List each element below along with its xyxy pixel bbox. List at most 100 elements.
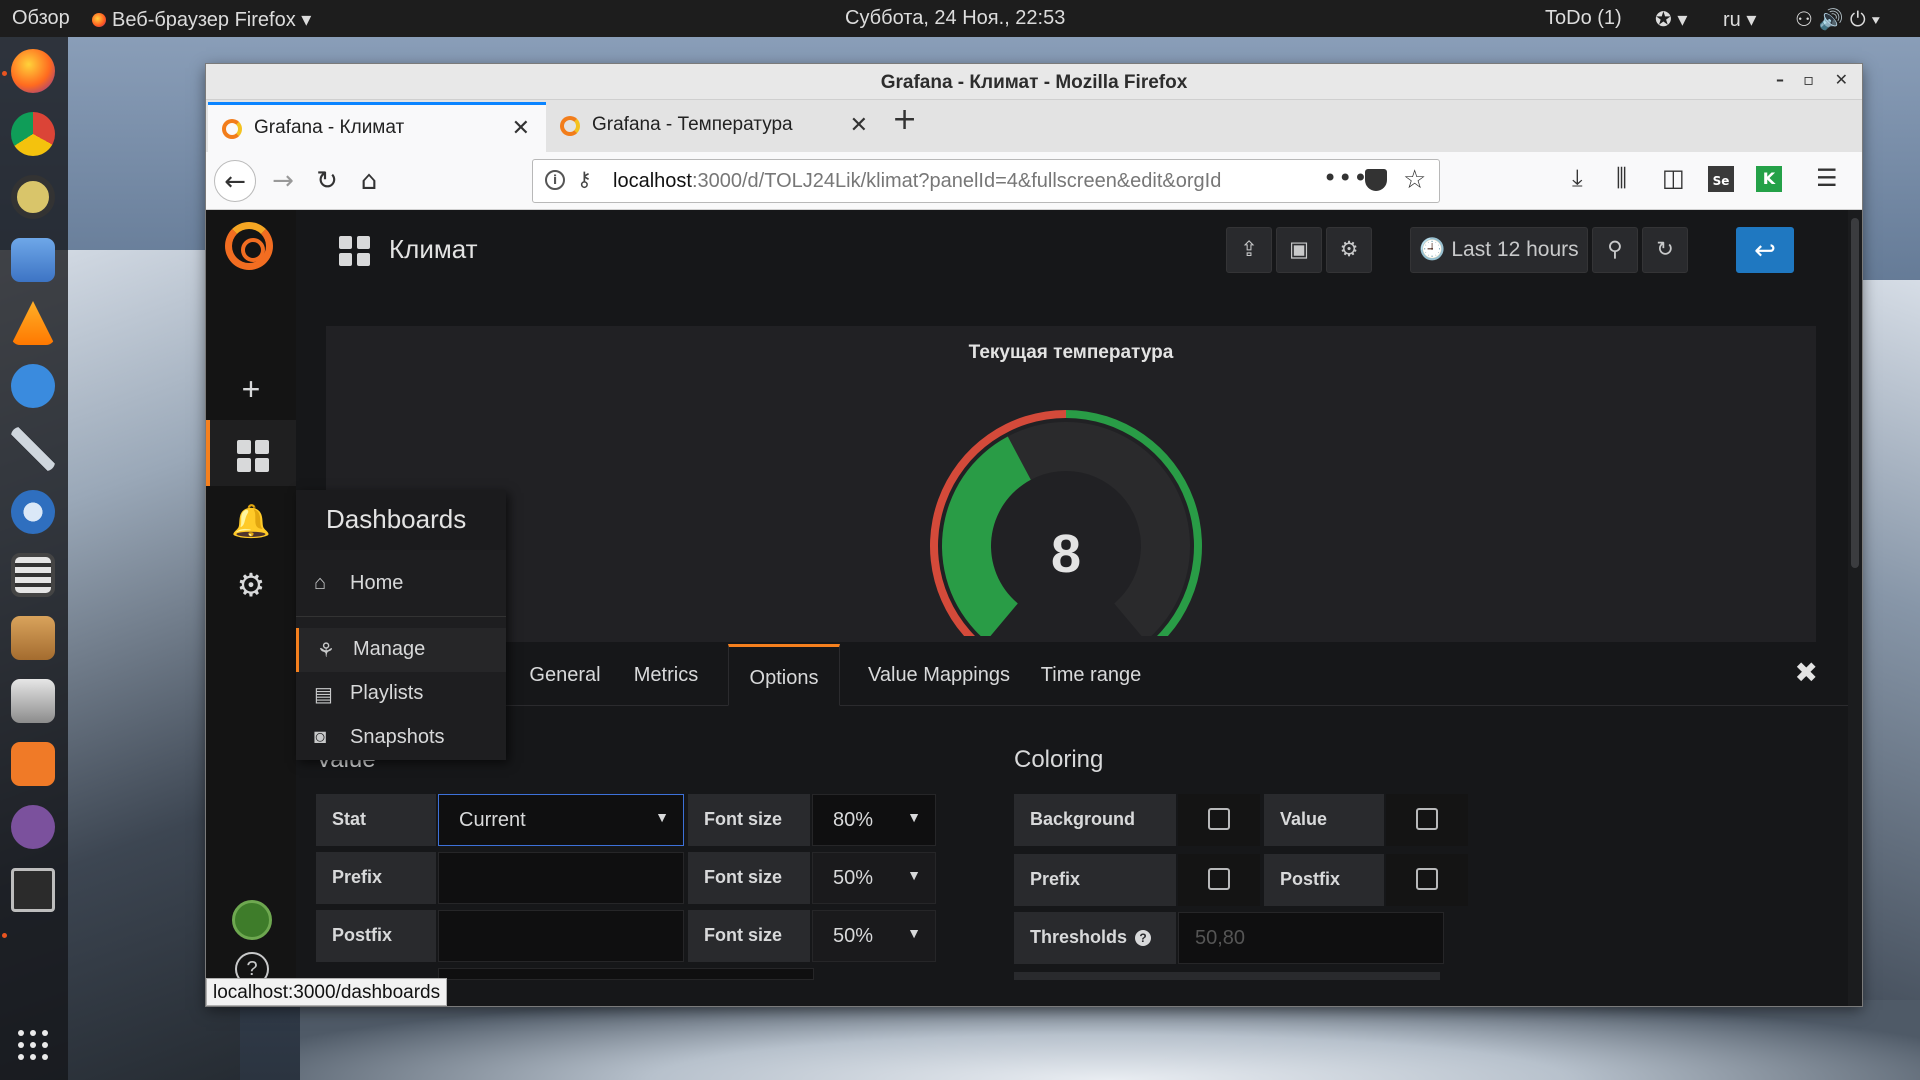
thunderbird-icon[interactable] (11, 490, 55, 534)
close-tab-icon[interactable]: ✕ (512, 115, 530, 141)
calculator-icon[interactable] (11, 553, 55, 597)
scrollbar-thumb[interactable] (1851, 218, 1859, 568)
simplenote-icon[interactable] (11, 364, 55, 408)
active-indicator (2, 71, 7, 76)
menu-item-playlists[interactable]: ▤ Playlists (296, 672, 506, 716)
prefix-input[interactable] (438, 852, 684, 904)
font-size-label: Font size (688, 794, 810, 846)
window-titlebar[interactable]: Grafana - Климат - Mozilla Firefox – ▫ ✕ (206, 64, 1862, 100)
tab-general[interactable]: General (524, 644, 606, 706)
stat-select[interactable]: Current ▼ (438, 794, 684, 846)
checkbox-box (1416, 808, 1438, 830)
tab-strip: Grafana - Климат ✕ Grafana - Температура… (206, 100, 1862, 152)
reload-icon[interactable]: ↻ (306, 160, 348, 202)
refresh-icon[interactable]: ↻ (1642, 227, 1688, 273)
create-icon[interactable]: + (206, 362, 296, 416)
gauge-value-fill (942, 436, 1031, 636)
forward-icon[interactable]: → (262, 160, 304, 202)
clock[interactable]: Суббота, 24 Ноя., 22:53 (845, 7, 1065, 30)
stat-font-size-select[interactable]: 80% ▼ (812, 794, 936, 846)
share-icon[interactable]: ⇪ (1226, 227, 1272, 273)
url-bar[interactable]: i ⚷ localhost:3000/d/TOLJ24Lik/klimat?pa… (532, 159, 1440, 203)
tab-options[interactable]: Options (728, 644, 840, 706)
bookmark-star-icon[interactable]: ☆ (1403, 165, 1426, 195)
app-menu[interactable]: Веб-браузер Firefox ▾ (92, 7, 311, 32)
font-size-value: 50% (833, 925, 874, 947)
tab-value-mappings[interactable]: Value Mappings (864, 644, 1014, 706)
dashboard-title-text: Климат (389, 234, 478, 264)
menu-item-label: Home (350, 572, 404, 594)
help-question-icon[interactable]: ? (1135, 930, 1152, 946)
home-icon[interactable]: ⌂ (348, 160, 390, 202)
selenium-icon[interactable]: Se (1708, 166, 1734, 192)
tools-icon[interactable] (11, 427, 55, 471)
installer-icon[interactable] (11, 679, 55, 723)
dashboard-title[interactable]: Климат (339, 234, 478, 267)
tab-grafana-temperatura[interactable]: Grafana - Температура ✕ (546, 102, 884, 152)
maximize-button[interactable]: ▫ (1803, 70, 1814, 89)
firefox-icon[interactable] (11, 49, 55, 93)
activities-button[interactable]: Обзор (12, 7, 70, 30)
url-text[interactable]: localhost:3000/d/TOLJ24Lik/klimat?panelI… (613, 170, 1273, 193)
kaspersky-icon[interactable]: K (1756, 166, 1782, 192)
page-actions-icon[interactable]: ••• (1323, 164, 1368, 192)
key-icon[interactable]: ⚷ (577, 167, 592, 191)
postfix-input[interactable] (438, 910, 684, 962)
chrome-icon[interactable] (11, 112, 55, 156)
hamburger-menu-icon[interactable]: ☰ (1816, 164, 1838, 192)
close-tab-icon[interactable]: ✕ (850, 112, 868, 138)
color-prefix-label: Prefix (1014, 854, 1176, 906)
thresholds-input[interactable]: 50,80 (1178, 912, 1444, 964)
grafana-logo-icon[interactable] (225, 222, 273, 270)
archive-icon[interactable] (11, 616, 55, 660)
minimize-button[interactable]: – (1776, 70, 1784, 89)
time-range-picker[interactable]: 🕘 Last 12 hours (1410, 227, 1588, 273)
new-tab-icon[interactable]: + (892, 102, 917, 137)
terminal-icon[interactable] (11, 868, 55, 912)
alerting-bell-icon[interactable]: 🔔 (206, 494, 296, 548)
language-indicator[interactable]: ru ▾ (1723, 7, 1756, 32)
viber-icon[interactable] (11, 805, 55, 849)
page-scrollbar[interactable] (1848, 210, 1862, 1006)
files-icon[interactable] (11, 238, 55, 282)
value-color-checkbox[interactable] (1386, 794, 1468, 846)
accessibility-icon[interactable]: ✪ ▾ (1655, 7, 1687, 32)
menu-item-home[interactable]: ⌂ Home (296, 562, 506, 606)
software-center-icon[interactable] (11, 742, 55, 786)
color-postfix-checkbox[interactable] (1386, 854, 1468, 906)
menu-item-manage[interactable]: ⚘ Manage (296, 628, 506, 672)
save-icon[interactable]: ▣ (1276, 227, 1322, 273)
prefix-font-size-select[interactable]: 50% ▼ (812, 852, 936, 904)
dashboards-menu-header[interactable]: Dashboards (296, 490, 506, 550)
show-apps-icon[interactable] (18, 1030, 48, 1060)
rhythmbox-icon[interactable] (11, 175, 55, 219)
zoom-out-icon[interactable]: ⚲ (1592, 227, 1638, 273)
chevron-down-icon: ▼ (907, 809, 921, 825)
postfix-font-size-select[interactable]: 50% ▼ (812, 910, 936, 962)
settings-gear-icon[interactable]: ⚙ (1326, 227, 1372, 273)
tab-time-range[interactable]: Time range (1036, 644, 1146, 706)
back-icon[interactable]: ← (214, 160, 256, 202)
units-row-partial (438, 968, 814, 980)
sidebar-icon[interactable]: ◫ (1662, 164, 1685, 192)
menu-item-snapshots[interactable]: ◙ Snapshots (296, 716, 506, 760)
configuration-gear-icon[interactable]: ⚙ (206, 558, 296, 612)
pocket-icon[interactable] (1365, 169, 1387, 191)
todo-indicator[interactable]: ToDo (1) (1545, 7, 1622, 30)
close-window-button[interactable]: ✕ (1835, 70, 1848, 89)
tab-metrics[interactable]: Metrics (622, 644, 710, 706)
dashboards-icon[interactable] (206, 420, 296, 486)
singlestat-panel[interactable]: Текущая температура 8 (326, 326, 1816, 642)
library-icon[interactable]: ⫼ (1616, 164, 1627, 192)
close-editor-icon[interactable]: ✖ (1795, 656, 1818, 689)
tab-grafana-klimat[interactable]: Grafana - Климат ✕ (208, 102, 546, 152)
color-prefix-checkbox[interactable] (1178, 854, 1260, 906)
downloads-icon[interactable]: ⤓ (1572, 164, 1583, 192)
back-to-dashboard-icon[interactable]: ↩ (1736, 227, 1794, 273)
vlc-icon[interactable] (11, 301, 55, 345)
user-avatar[interactable] (232, 900, 272, 940)
background-checkbox[interactable] (1178, 794, 1260, 846)
menu-divider (296, 616, 506, 617)
system-menu[interactable]: ⚇🔊⏻▾ (1795, 7, 1886, 32)
site-info-icon[interactable]: i (545, 170, 565, 190)
